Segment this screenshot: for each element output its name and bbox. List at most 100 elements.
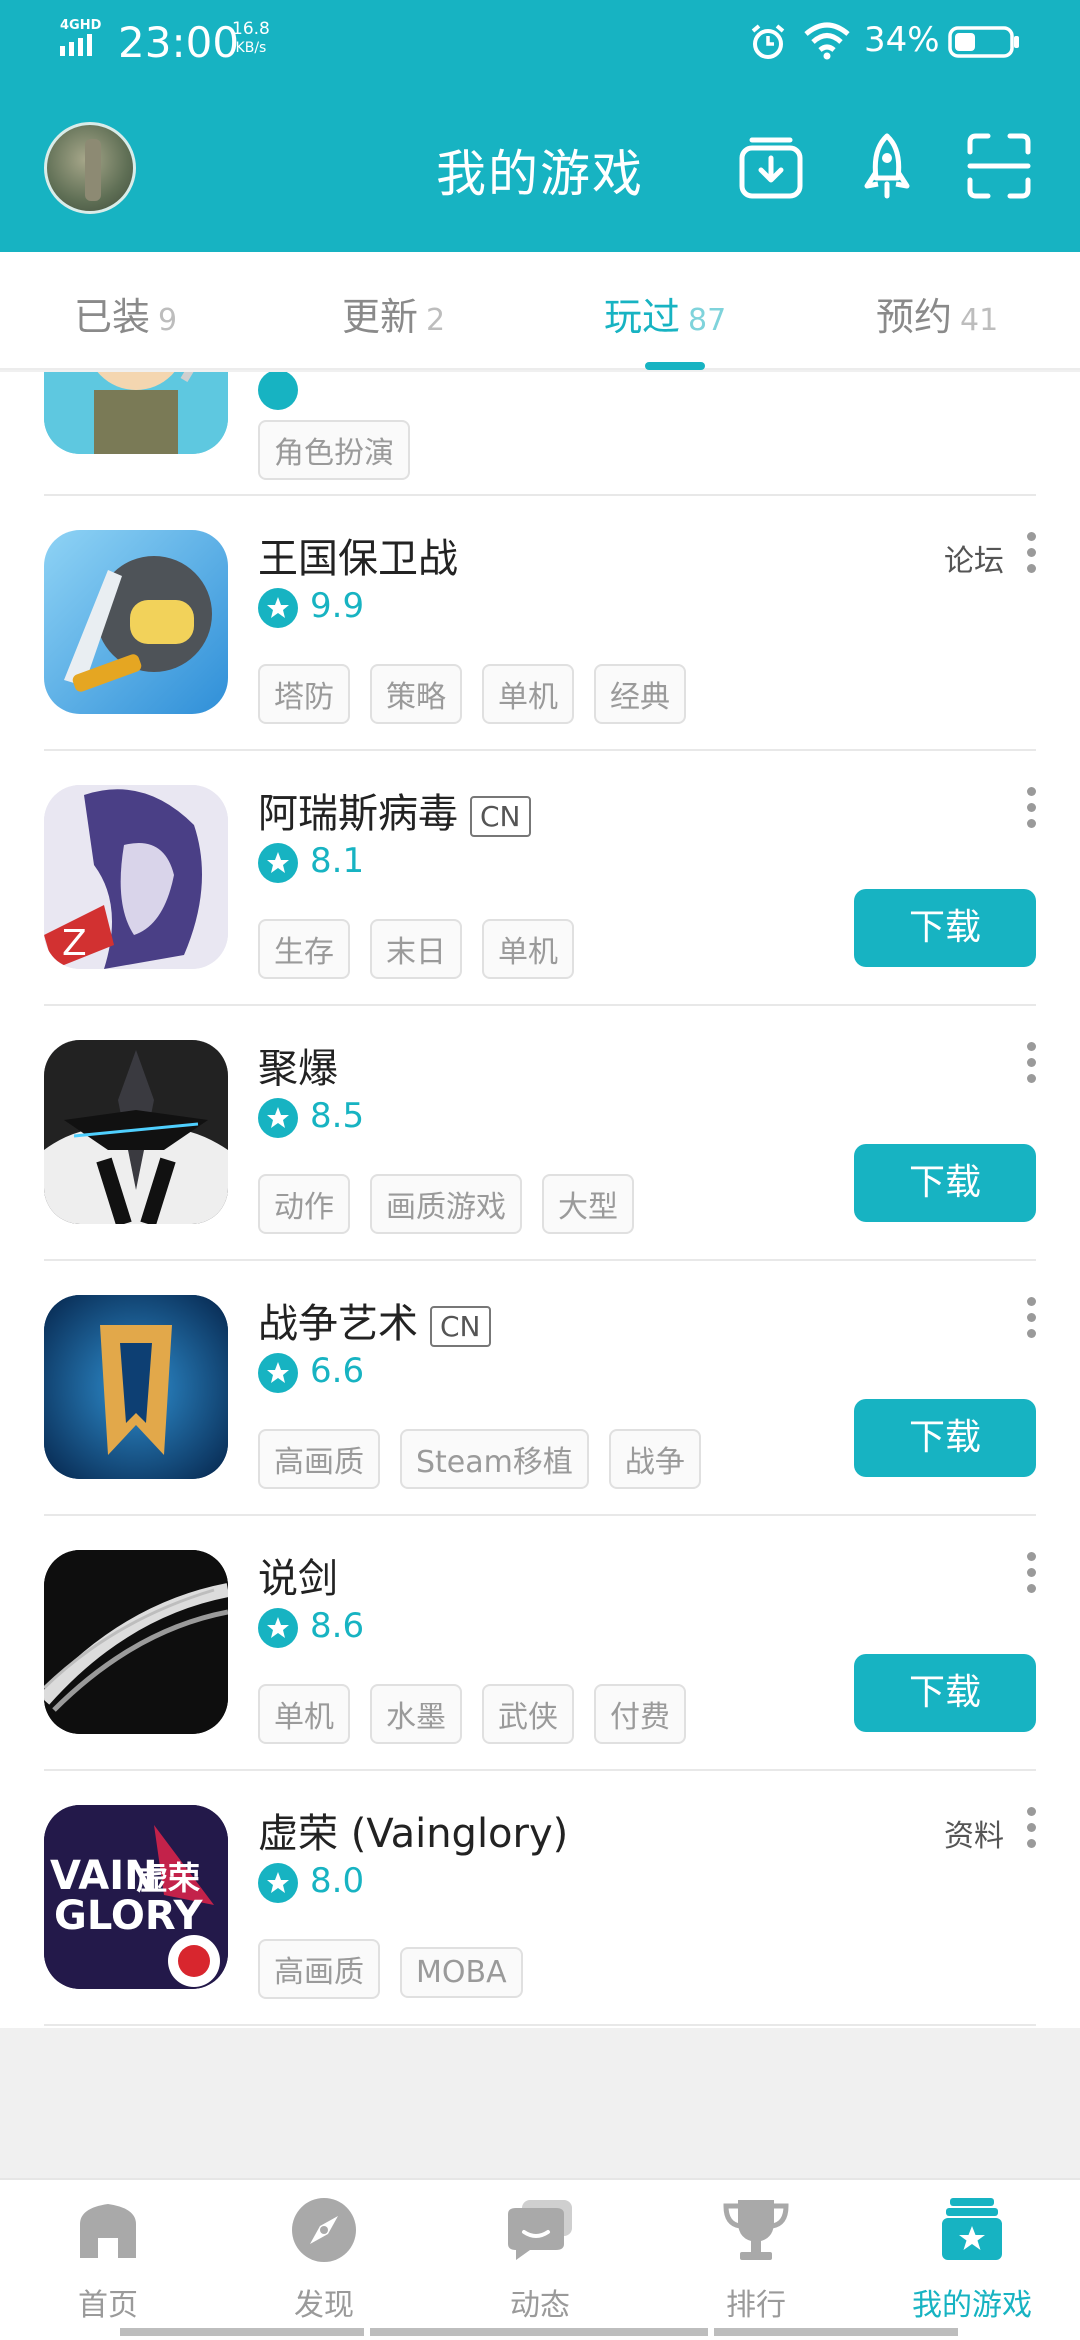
nav-home[interactable]: 首页 — [18, 2194, 198, 2324]
tag[interactable]: 动作 — [258, 1174, 350, 1234]
forum-link[interactable]: 论坛 — [944, 536, 1004, 580]
tab-updates[interactable]: 更新 2 — [342, 286, 445, 341]
more-options-icon[interactable] — [1024, 1807, 1038, 1851]
divider — [44, 2024, 1036, 2026]
game-icon — [44, 1040, 228, 1224]
nav-label: 首页 — [78, 2288, 138, 2323]
tab-label: 玩过 — [604, 295, 681, 339]
list-item-implosion[interactable]: 聚爆 8.5 动作 画质游戏 大型 下载 — [0, 1006, 1080, 1261]
tag[interactable]: 战争 — [608, 1429, 701, 1489]
tab-label: 已装 — [74, 295, 151, 339]
game-name: 说剑 — [258, 1556, 338, 1602]
tag-list: 生存 末日 单机 — [258, 919, 594, 979]
chat-icon — [508, 2200, 572, 2260]
battery-percent: 34% — [864, 20, 940, 60]
tag-list: 塔防 策略 单机 经典 — [258, 664, 706, 724]
active-tab-indicator — [645, 362, 705, 370]
bottom-navigation: 首页 发现 动态 排行 我的游戏 — [0, 2178, 1080, 2340]
tag[interactable]: MOBA — [400, 1947, 523, 1998]
tag-list: 动作 画质游戏 大型 — [258, 1174, 654, 1234]
list-item-kingdom-rush[interactable]: 王国保卫战 9.9 塔防 策略 单机 经典 论坛 — [0, 496, 1080, 751]
rating-value: 8.1 — [310, 841, 365, 881]
tag[interactable]: 付费 — [594, 1684, 686, 1744]
more-options-icon[interactable] — [1024, 1552, 1038, 1596]
info-link[interactable]: 资料 — [944, 1811, 1004, 1855]
game-rating: 6.6 — [258, 1351, 364, 1393]
nav-label: 动态 — [510, 2288, 570, 2323]
status-bar: 4GHD 23:00 16.8 KB/s 34% — [0, 0, 1080, 84]
tag-list: 高画质 MOBA — [258, 1939, 543, 1999]
game-icon — [44, 530, 228, 714]
tag[interactable]: 单机 — [482, 919, 574, 979]
more-options-icon[interactable] — [1024, 787, 1038, 831]
download-manager-icon[interactable] — [738, 132, 804, 200]
tab-count: 9 — [158, 303, 178, 338]
tag[interactable]: 单机 — [258, 1684, 350, 1744]
tag[interactable]: 大型 — [542, 1174, 634, 1234]
game-icon — [44, 372, 228, 454]
nav-ranking[interactable]: 排行 — [666, 2194, 846, 2324]
tag[interactable]: 高画质 — [258, 1429, 380, 1489]
tag[interactable]: 塔防 — [258, 664, 350, 724]
list-item-ares-virus[interactable]: Z 阿瑞斯病毒 CN 8.1 生存 末日 单机 下载 — [0, 751, 1080, 1006]
tag[interactable]: 生存 — [258, 919, 350, 979]
tab-count: 2 — [426, 303, 446, 338]
speed-unit: KB/s — [235, 40, 267, 56]
speed-value: 16.8 — [232, 19, 270, 39]
tag[interactable]: 单机 — [482, 664, 574, 724]
star-icon — [258, 1607, 298, 1648]
trophy-icon — [723, 2200, 789, 2260]
tag[interactable]: 末日 — [370, 919, 462, 979]
game-icon — [44, 1550, 228, 1734]
star-icon — [258, 587, 298, 628]
alarm-icon — [751, 24, 785, 59]
download-button[interactable]: 下载 — [854, 1654, 1036, 1732]
download-button[interactable]: 下载 — [854, 889, 1036, 967]
more-options-icon[interactable] — [1024, 532, 1038, 576]
tab-played[interactable]: 玩过 87 — [604, 286, 726, 341]
compass-icon — [292, 2198, 356, 2262]
tag[interactable]: 角色扮演 — [258, 420, 410, 480]
tag[interactable]: 策略 — [370, 664, 462, 724]
more-options-icon[interactable] — [1024, 1042, 1038, 1086]
tag[interactable]: 画质游戏 — [370, 1174, 522, 1234]
scan-icon[interactable] — [966, 132, 1032, 200]
list-item[interactable]: 角色扮演 — [0, 372, 1080, 496]
wifi-icon — [804, 22, 850, 60]
tag[interactable]: 高画质 — [258, 1939, 380, 1999]
svg-text:Z: Z — [62, 923, 87, 964]
empty-area — [0, 2028, 1080, 2178]
star-icon — [258, 372, 298, 410]
tag[interactable]: 经典 — [594, 664, 686, 724]
tab-reserved[interactable]: 预约 41 — [876, 286, 998, 341]
star-icon — [258, 1862, 298, 1903]
game-rating: 8.6 — [258, 1606, 364, 1648]
tag[interactable]: 水墨 — [370, 1684, 462, 1744]
download-button[interactable]: 下载 — [854, 1399, 1036, 1477]
battery-icon — [948, 26, 1019, 58]
system-nav-bar — [714, 2328, 958, 2336]
tab-installed[interactable]: 已装 9 — [74, 286, 177, 341]
tag[interactable]: 武侠 — [482, 1684, 574, 1744]
game-icon — [44, 1295, 228, 1479]
more-options-icon[interactable] — [1024, 1297, 1038, 1341]
list-item-vainglory[interactable]: VAIN 虚荣 GLORY 虚荣 (Vainglory) 8.0 高画质 MOBA… — [0, 1771, 1080, 2026]
list-item-shuo-jian[interactable]: 说剑 8.6 单机 水墨 武侠 付费 下载 — [0, 1516, 1080, 1771]
list-item-art-of-war[interactable]: 战争艺术 CN 6.6 高画质 Steam移植 战争 下载 — [0, 1261, 1080, 1516]
download-button[interactable]: 下载 — [854, 1144, 1036, 1222]
tag[interactable]: Steam移植 — [400, 1429, 589, 1489]
tab-label: 预约 — [876, 295, 953, 339]
rocket-icon[interactable] — [854, 132, 920, 200]
nav-my-games[interactable]: 我的游戏 — [882, 2194, 1062, 2324]
tag-list: 角色扮演 — [258, 420, 430, 480]
tab-count: 41 — [960, 303, 999, 338]
rating-value: 8.0 — [310, 1861, 365, 1901]
svg-text:GLORY: GLORY — [54, 1893, 204, 1939]
home-icon — [80, 2204, 136, 2258]
nav-label: 排行 — [726, 2288, 786, 2323]
nav-label: 发现 — [294, 2288, 354, 2323]
nav-activity[interactable]: 动态 — [450, 2194, 630, 2324]
system-nav-bar — [370, 2328, 708, 2336]
tab-label: 更新 — [342, 295, 419, 339]
nav-discover[interactable]: 发现 — [234, 2194, 414, 2324]
